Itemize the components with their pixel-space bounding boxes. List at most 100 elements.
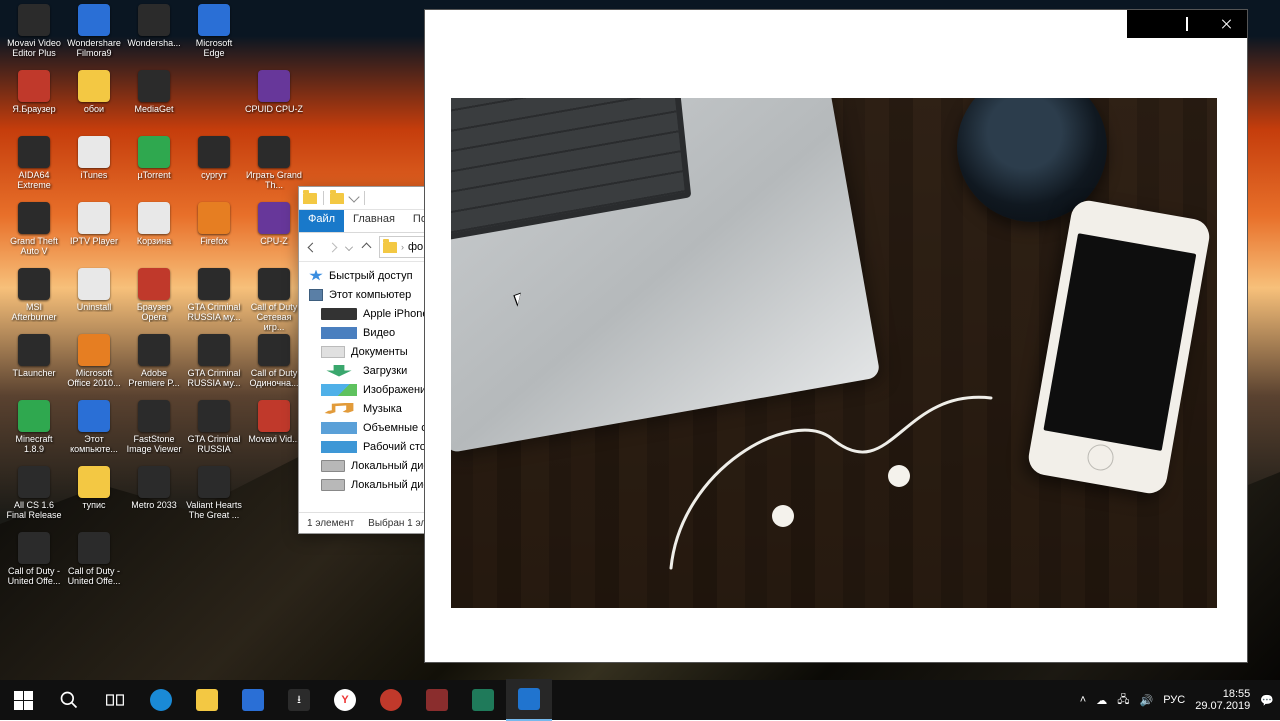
tray-language[interactable]: РУС: [1163, 694, 1185, 706]
desktop-icon-label: Microsoft Office 2010...: [65, 368, 123, 388]
tree-item-icon: [321, 403, 357, 415]
app-icon: [138, 334, 170, 366]
desktop-icon[interactable]: Movavi Vid...: [244, 398, 304, 464]
desktop-icon[interactable]: Valiant Hearts The Great ...: [184, 464, 244, 530]
task-view-button[interactable]: [92, 680, 138, 720]
desktop-icon-label: Этот компьюте...: [65, 434, 123, 454]
close-button[interactable]: [1207, 10, 1247, 38]
desktop-icon[interactable]: All CS 1.6 Final Release: [4, 464, 64, 530]
desktop-icon[interactable]: Я.Браузер: [4, 68, 64, 134]
app-icon: [198, 4, 230, 36]
desktop-icon[interactable]: Корзина: [124, 200, 184, 266]
desktop-icon[interactable]: Call of Duty Одиночна...: [244, 332, 304, 398]
desktop-icon[interactable]: IPTV Player: [64, 200, 124, 266]
desktop-icon-label: Adobe Premiere P...: [125, 368, 183, 388]
desktop-icon[interactable]: Wondersha...: [124, 2, 184, 68]
tray-network-icon[interactable]: 🖧: [1117, 691, 1129, 710]
breadcrumb-text: фо: [408, 241, 423, 253]
desktop-icon[interactable]: Movavi Video Editor Plus: [4, 2, 64, 68]
desktop-icon-label: IPTV Player: [65, 236, 123, 246]
desktop-icon[interactable]: Call of Duty - United Offe...: [64, 530, 124, 596]
app-icon: [18, 136, 50, 168]
desktop-icon[interactable]: Grand Theft Auto V: [4, 200, 64, 266]
desktop-icon[interactable]: Metro 2033: [124, 464, 184, 530]
taskbar-app-opera[interactable]: [368, 680, 414, 720]
app-icon: [18, 202, 50, 234]
taskbar-app-edge[interactable]: [138, 680, 184, 720]
desktop-icon[interactable]: GTA Criminal RUSSIA му...: [184, 332, 244, 398]
desktop-icon[interactable]: Call of Duty Сетевая игр...: [244, 266, 304, 332]
taskbar-app-explorer[interactable]: [184, 680, 230, 720]
minimize-button[interactable]: [1127, 10, 1167, 38]
ribbon-tab-home[interactable]: Главная: [344, 210, 404, 232]
desktop-icon[interactable]: Call of Duty - United Offe...: [4, 530, 64, 596]
tree-item-icon: [321, 441, 357, 453]
desktop-icon[interactable]: GTA Criminal RUSSIA му...: [184, 266, 244, 332]
desktop-icon[interactable]: Microsoft Office 2010...: [64, 332, 124, 398]
desktop-icon-label: Браузер Opera: [125, 302, 183, 322]
desktop-icon[interactable]: iTunes: [64, 134, 124, 200]
desktop-icon[interactable]: Microsoft Edge: [184, 2, 244, 68]
desktop-icon[interactable]: обои: [64, 68, 124, 134]
tree-item-label: Apple iPhone: [363, 308, 428, 320]
app-icon: [78, 334, 110, 366]
taskbar-app-mail[interactable]: [230, 680, 276, 720]
tray-notifications-icon[interactable]: 💬: [1260, 694, 1274, 707]
app-icon: [258, 334, 290, 366]
start-button[interactable]: [0, 680, 46, 720]
desktop-icon[interactable]: MSI Afterburner: [4, 266, 64, 332]
photo-viewport[interactable]: [451, 98, 1217, 608]
desktop-icon[interactable]: CPU-Z: [244, 200, 304, 266]
desktop-icon-label: сургут: [185, 170, 243, 180]
desktop-icon[interactable]: FastStone Image Viewer: [124, 398, 184, 464]
taskbar-app-generic1[interactable]: [414, 680, 460, 720]
taskbar-app-yandex[interactable]: Y: [322, 680, 368, 720]
taskbar-app-generic2[interactable]: [460, 680, 506, 720]
nav-up-button[interactable]: [359, 240, 373, 254]
desktop-icon[interactable]: сургут: [184, 134, 244, 200]
desktop-icon[interactable]: Играть Grand Th...: [244, 134, 304, 200]
desktop-icon[interactable]: µTorrent: [124, 134, 184, 200]
maximize-button[interactable]: [1167, 10, 1207, 38]
desktop-icon[interactable]: TLauncher: [4, 332, 64, 398]
app-icon: [138, 202, 170, 234]
desktop-icon-label: Играть Grand Th...: [245, 170, 303, 190]
desktop-icon-label: тупис: [65, 500, 123, 510]
ribbon-tab-file[interactable]: Файл: [299, 210, 344, 232]
desktop-icon[interactable]: Minecraft 1.8.9: [4, 398, 64, 464]
desktop-icon[interactable]: Firefox: [184, 200, 244, 266]
folder-icon: [330, 193, 344, 204]
tree-item-label: Рабочий стол: [363, 441, 432, 453]
desktop-icon-label: FastStone Image Viewer: [125, 434, 183, 454]
desktop-icon[interactable]: тупис: [64, 464, 124, 530]
desktop-icon[interactable]: Adobe Premiere P...: [124, 332, 184, 398]
desktop-icon[interactable]: GTA Criminal RUSSIA: [184, 398, 244, 464]
chevron-down-icon[interactable]: [348, 191, 359, 202]
chevron-down-icon[interactable]: [345, 243, 353, 251]
tree-item-label: Изображения: [363, 384, 432, 396]
tray-volume-icon[interactable]: 🔊: [1140, 694, 1154, 707]
tree-item-icon: [321, 384, 357, 396]
desktop-icon[interactable]: Uninstall: [64, 266, 124, 332]
desktop-icon[interactable]: AIDA64 Extreme: [4, 134, 64, 200]
desktop-icon-label: Wondersha...: [125, 38, 183, 48]
desktop-icon-label: GTA Criminal RUSSIA му...: [185, 302, 243, 322]
tray-clock[interactable]: 18:55 29.07.2019: [1195, 688, 1250, 712]
taskbar-app-photos-active[interactable]: [506, 679, 552, 721]
search-button[interactable]: [46, 680, 92, 720]
desktop-icon-label: Grand Theft Auto V: [5, 236, 63, 256]
nav-back-button[interactable]: [305, 240, 319, 254]
desktop-icon-label: Я.Браузер: [5, 104, 63, 114]
tree-item-icon: [309, 289, 323, 301]
desktop-icon[interactable]: Этот компьюте...: [64, 398, 124, 464]
app-icon: [78, 202, 110, 234]
desktop-icon[interactable]: CPUID CPU-Z: [244, 68, 304, 134]
tray-onedrive-icon[interactable]: ☁: [1096, 694, 1107, 707]
desktop-icon[interactable]: Wondershare Filmora9: [64, 2, 124, 68]
desktop-icon-label: Valiant Hearts The Great ...: [185, 500, 243, 520]
tray-chevron-up-icon[interactable]: ˄: [1080, 694, 1086, 706]
app-icon: [198, 202, 230, 234]
desktop-icon[interactable]: Браузер Opera: [124, 266, 184, 332]
taskbar-app-store[interactable]: ⭳: [276, 680, 322, 720]
desktop-icon[interactable]: MediaGet: [124, 68, 184, 134]
